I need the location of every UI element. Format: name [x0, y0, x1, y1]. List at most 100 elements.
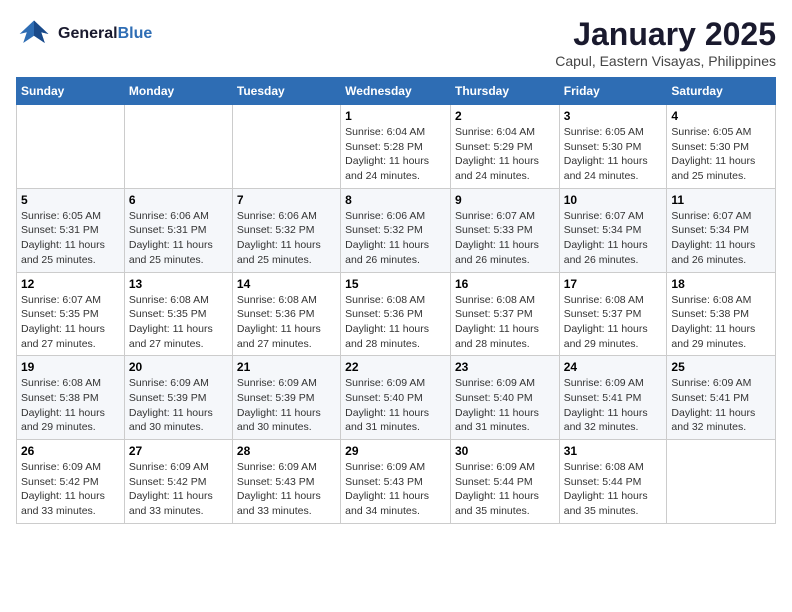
- calendar-cell-w1-d1: 6 Sunrise: 6:06 AM Sunset: 5:31 PM Daylig…: [124, 188, 232, 272]
- calendar-cell-w2-d2: 14 Sunrise: 6:08 AM Sunset: 5:36 PM Dayli…: [232, 272, 340, 356]
- day-number: 1: [345, 109, 446, 123]
- day-info: Sunrise: 6:06 AM Sunset: 5:31 PM Dayligh…: [129, 209, 228, 268]
- day-info: Sunrise: 6:08 AM Sunset: 5:37 PM Dayligh…: [564, 293, 663, 352]
- day-number: 22: [345, 360, 446, 374]
- calendar-cell-w1-d5: 10Sunrise: 6:07 AM Sunset: 5:34 PM Dayli…: [559, 188, 667, 272]
- day-number: 2: [455, 109, 555, 123]
- location: Capul, Eastern Visayas, Philippines: [555, 53, 776, 69]
- day-info: Sunrise: 6:08 AM Sunset: 5:37 PM Dayligh…: [455, 293, 555, 352]
- day-info: Sunrise: 6:05 AM Sunset: 5:30 PM Dayligh…: [671, 125, 771, 184]
- header-thursday: Thursday: [450, 78, 559, 105]
- calendar-cell-w2-d5: 17 Sunrise: 6:08 AM Sunset: 5:37 PM Dayli…: [559, 272, 667, 356]
- day-info: Sunrise: 6:08 AM Sunset: 5:36 PM Dayligh…: [237, 293, 336, 352]
- calendar-cell-w4-d5: 31Sunrise: 6:08 AM Sunset: 5:44 PM Dayli…: [559, 440, 667, 524]
- day-info: Sunrise: 6:09 AM Sunset: 5:44 PM Dayligh…: [455, 460, 555, 519]
- logo: GeneralBlue: [16, 16, 152, 52]
- week-row-4: 26 Sunrise: 6:09 AM Sunset: 5:42 PM Dayli…: [17, 440, 776, 524]
- day-number: 15: [345, 277, 446, 291]
- week-row-3: 19 Sunrise: 6:08 AM Sunset: 5:38 PM Dayli…: [17, 356, 776, 440]
- day-number: 17: [564, 277, 663, 291]
- calendar-cell-w2-d1: 13Sunrise: 6:08 AM Sunset: 5:35 PM Dayli…: [124, 272, 232, 356]
- calendar-table: Sunday Monday Tuesday Wednesday Thursday…: [16, 77, 776, 524]
- calendar-cell-w2-d6: 18Sunrise: 6:08 AM Sunset: 5:38 PM Dayli…: [667, 272, 776, 356]
- day-info: Sunrise: 6:05 AM Sunset: 5:30 PM Dayligh…: [564, 125, 663, 184]
- day-info: Sunrise: 6:04 AM Sunset: 5:28 PM Dayligh…: [345, 125, 446, 184]
- page-header: GeneralBlue January 2025 Capul, Eastern …: [16, 16, 776, 69]
- calendar-cell-w1-d0: 5 Sunrise: 6:05 AM Sunset: 5:31 PM Daylig…: [17, 188, 125, 272]
- calendar-cell-w4-d6: [667, 440, 776, 524]
- day-number: 29: [345, 444, 446, 458]
- day-number: 5: [21, 193, 120, 207]
- day-number: 27: [129, 444, 228, 458]
- day-info: Sunrise: 6:09 AM Sunset: 5:41 PM Dayligh…: [564, 376, 663, 435]
- header-friday: Friday: [559, 78, 667, 105]
- day-info: Sunrise: 6:07 AM Sunset: 5:35 PM Dayligh…: [21, 293, 120, 352]
- day-info: Sunrise: 6:08 AM Sunset: 5:36 PM Dayligh…: [345, 293, 446, 352]
- calendar-cell-w4-d0: 26Sunrise: 6:09 AM Sunset: 5:42 PM Dayli…: [17, 440, 125, 524]
- logo-icon: [16, 16, 52, 52]
- day-info: Sunrise: 6:09 AM Sunset: 5:43 PM Dayligh…: [345, 460, 446, 519]
- calendar-cell-w1-d4: 9Sunrise: 6:07 AM Sunset: 5:33 PM Daylig…: [450, 188, 559, 272]
- calendar-cell-w4-d1: 27 Sunrise: 6:09 AM Sunset: 5:42 PM Dayli…: [124, 440, 232, 524]
- day-info: Sunrise: 6:09 AM Sunset: 5:41 PM Dayligh…: [671, 376, 771, 435]
- day-number: 6: [129, 193, 228, 207]
- day-info: Sunrise: 6:09 AM Sunset: 5:40 PM Dayligh…: [345, 376, 446, 435]
- day-number: 19: [21, 360, 120, 374]
- week-row-0: 1 Sunrise: 6:04 AM Sunset: 5:28 PM Daylig…: [17, 105, 776, 189]
- day-info: Sunrise: 6:08 AM Sunset: 5:38 PM Dayligh…: [21, 376, 120, 435]
- day-number: 31: [564, 444, 663, 458]
- day-number: 24: [564, 360, 663, 374]
- calendar-cell-w4-d2: 28 Sunrise: 6:09 AM Sunset: 5:43 PM Dayli…: [232, 440, 340, 524]
- day-number: 28: [237, 444, 336, 458]
- day-number: 26: [21, 444, 120, 458]
- calendar-cell-w3-d1: 20Sunrise: 6:09 AM Sunset: 5:39 PM Dayli…: [124, 356, 232, 440]
- calendar-cell-w1-d6: 11 Sunrise: 6:07 AM Sunset: 5:34 PM Dayli…: [667, 188, 776, 272]
- day-info: Sunrise: 6:09 AM Sunset: 5:40 PM Dayligh…: [455, 376, 555, 435]
- header-monday: Monday: [124, 78, 232, 105]
- header-sunday: Sunday: [17, 78, 125, 105]
- calendar-cell-w0-d0: [17, 105, 125, 189]
- calendar-cell-w2-d0: 12 Sunrise: 6:07 AM Sunset: 5:35 PM Dayli…: [17, 272, 125, 356]
- calendar-cell-w1-d2: 7Sunrise: 6:06 AM Sunset: 5:32 PM Daylig…: [232, 188, 340, 272]
- month-title: January 2025: [555, 16, 776, 53]
- calendar-cell-w3-d0: 19 Sunrise: 6:08 AM Sunset: 5:38 PM Dayli…: [17, 356, 125, 440]
- calendar-cell-w3-d3: 22 Sunrise: 6:09 AM Sunset: 5:40 PM Dayli…: [341, 356, 451, 440]
- day-info: Sunrise: 6:09 AM Sunset: 5:39 PM Dayligh…: [129, 376, 228, 435]
- day-number: 16: [455, 277, 555, 291]
- day-number: 23: [455, 360, 555, 374]
- day-number: 30: [455, 444, 555, 458]
- calendar-cell-w3-d5: 24 Sunrise: 6:09 AM Sunset: 5:41 PM Dayli…: [559, 356, 667, 440]
- day-number: 21: [237, 360, 336, 374]
- logo-text: GeneralBlue: [58, 25, 152, 43]
- header-saturday: Saturday: [667, 78, 776, 105]
- day-info: Sunrise: 6:05 AM Sunset: 5:31 PM Dayligh…: [21, 209, 120, 268]
- day-info: Sunrise: 6:09 AM Sunset: 5:43 PM Dayligh…: [237, 460, 336, 519]
- calendar-cell-w2-d3: 15 Sunrise: 6:08 AM Sunset: 5:36 PM Dayli…: [341, 272, 451, 356]
- day-number: 8: [345, 193, 446, 207]
- calendar-cell-w3-d4: 23 Sunrise: 6:09 AM Sunset: 5:40 PM Dayli…: [450, 356, 559, 440]
- day-info: Sunrise: 6:04 AM Sunset: 5:29 PM Dayligh…: [455, 125, 555, 184]
- day-number: 4: [671, 109, 771, 123]
- calendar-cell-w4-d4: 30 Sunrise: 6:09 AM Sunset: 5:44 PM Dayli…: [450, 440, 559, 524]
- header-wednesday: Wednesday: [341, 78, 451, 105]
- day-info: Sunrise: 6:07 AM Sunset: 5:34 PM Dayligh…: [671, 209, 771, 268]
- calendar-cell-w2-d4: 16 Sunrise: 6:08 AM Sunset: 5:37 PM Dayli…: [450, 272, 559, 356]
- calendar-cell-w0-d1: [124, 105, 232, 189]
- calendar-cell-w0-d2: [232, 105, 340, 189]
- day-info: Sunrise: 6:06 AM Sunset: 5:32 PM Dayligh…: [345, 209, 446, 268]
- calendar-cell-w3-d6: 25Sunrise: 6:09 AM Sunset: 5:41 PM Dayli…: [667, 356, 776, 440]
- day-info: Sunrise: 6:09 AM Sunset: 5:39 PM Dayligh…: [237, 376, 336, 435]
- day-info: Sunrise: 6:08 AM Sunset: 5:38 PM Dayligh…: [671, 293, 771, 352]
- calendar-cell-w0-d3: 1 Sunrise: 6:04 AM Sunset: 5:28 PM Daylig…: [341, 105, 451, 189]
- day-number: 13: [129, 277, 228, 291]
- day-number: 12: [21, 277, 120, 291]
- day-info: Sunrise: 6:09 AM Sunset: 5:42 PM Dayligh…: [129, 460, 228, 519]
- calendar-header-row: Sunday Monday Tuesday Wednesday Thursday…: [17, 78, 776, 105]
- day-number: 3: [564, 109, 663, 123]
- day-info: Sunrise: 6:06 AM Sunset: 5:32 PM Dayligh…: [237, 209, 336, 268]
- calendar-cell-w0-d5: 3 Sunrise: 6:05 AM Sunset: 5:30 PM Daylig…: [559, 105, 667, 189]
- day-info: Sunrise: 6:07 AM Sunset: 5:34 PM Dayligh…: [564, 209, 663, 268]
- day-number: 14: [237, 277, 336, 291]
- day-number: 11: [671, 193, 771, 207]
- title-area: January 2025 Capul, Eastern Visayas, Phi…: [555, 16, 776, 69]
